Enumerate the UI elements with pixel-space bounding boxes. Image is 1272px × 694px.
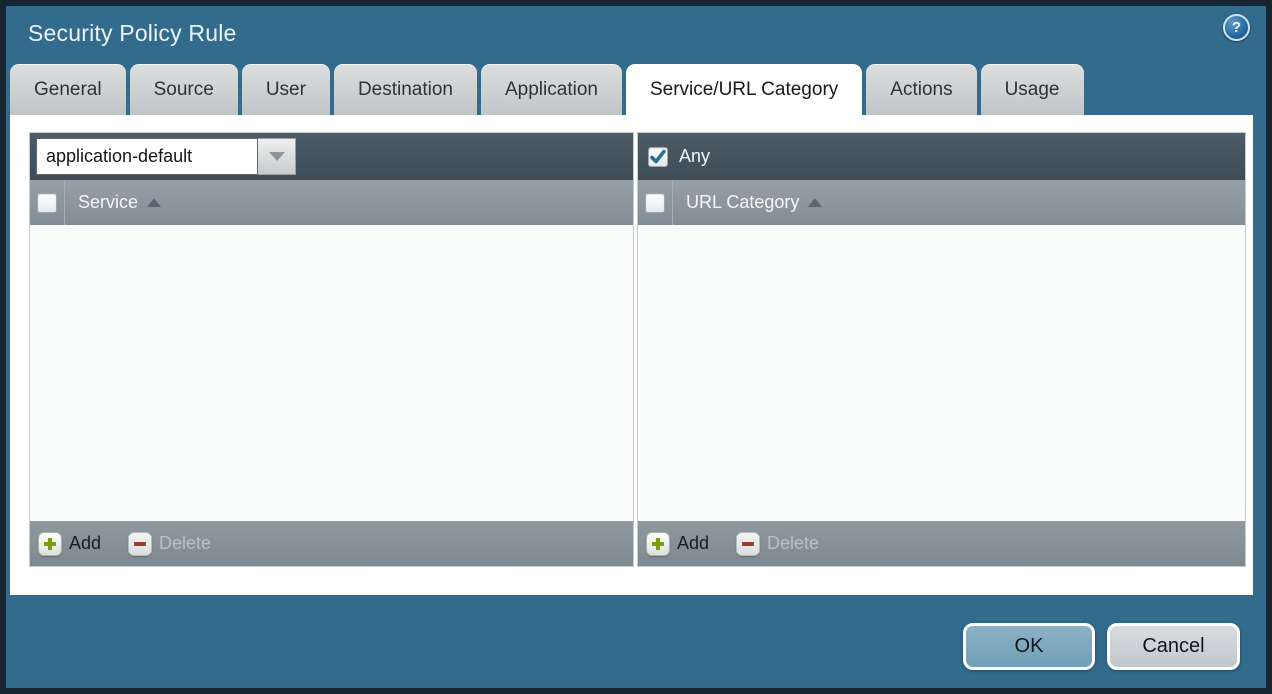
service-select-all-cell xyxy=(30,180,65,225)
tab-source[interactable]: Source xyxy=(130,64,238,115)
chevron-down-icon xyxy=(269,152,285,161)
url-category-delete-button[interactable]: Delete xyxy=(736,532,819,556)
url-category-pane-footer: Add Delete xyxy=(638,521,1245,566)
any-label: Any xyxy=(679,146,710,167)
service-add-button[interactable]: Add xyxy=(38,532,101,556)
service-select-all-checkbox[interactable] xyxy=(37,193,57,213)
add-label: Add xyxy=(69,533,101,554)
minus-icon xyxy=(736,532,760,556)
tab-label: Usage xyxy=(1005,79,1060,101)
add-label: Add xyxy=(677,533,709,554)
url-category-select-all-checkbox[interactable] xyxy=(645,193,665,213)
tab-application[interactable]: Application xyxy=(481,64,622,115)
tab-bar: General Source User Destination Applicat… xyxy=(10,64,1084,115)
service-type-dropdown-button[interactable] xyxy=(258,138,296,175)
tab-label: Actions xyxy=(890,79,952,101)
service-column-label: Service xyxy=(78,192,138,213)
sort-asc-icon xyxy=(147,198,161,207)
url-category-column-header[interactable]: URL Category xyxy=(638,180,1245,225)
help-glyph: ? xyxy=(1232,19,1241,36)
tab-actions[interactable]: Actions xyxy=(866,64,976,115)
url-category-select-all-cell xyxy=(638,180,673,225)
tab-label: Source xyxy=(154,79,214,101)
service-pane: Service Add Delete xyxy=(30,133,633,566)
service-pane-footer: Add Delete xyxy=(30,521,633,566)
any-checkbox[interactable] xyxy=(648,147,668,167)
tab-general[interactable]: General xyxy=(10,64,126,115)
minus-icon xyxy=(128,532,152,556)
plus-icon xyxy=(646,532,670,556)
tab-label: Destination xyxy=(358,79,453,101)
service-type-input[interactable] xyxy=(36,138,258,175)
url-category-list-body[interactable] xyxy=(638,225,1245,521)
delete-label: Delete xyxy=(159,533,211,554)
sort-asc-icon xyxy=(808,198,822,207)
service-column-label-cell: Service xyxy=(65,180,161,225)
service-type-dropdown xyxy=(36,138,296,175)
ok-button-label: OK xyxy=(1015,635,1044,658)
service-delete-button[interactable]: Delete xyxy=(128,532,211,556)
tab-user[interactable]: User xyxy=(242,64,330,115)
tab-label: Application xyxy=(505,79,598,101)
tab-label: Service/URL Category xyxy=(650,79,838,101)
plus-icon xyxy=(38,532,62,556)
url-category-add-button[interactable]: Add xyxy=(646,532,709,556)
tab-destination[interactable]: Destination xyxy=(334,64,477,115)
url-category-column-label-cell: URL Category xyxy=(673,180,822,225)
dialog-title: Security Policy Rule xyxy=(28,20,237,47)
tab-content-panel: Service Add Delete xyxy=(10,115,1253,595)
delete-label: Delete xyxy=(767,533,819,554)
url-category-pane: Any URL Category Add xyxy=(638,133,1245,566)
titlebar: Security Policy Rule ? xyxy=(6,6,1266,64)
any-checkbox-row: Any xyxy=(648,146,710,167)
url-category-pane-header: Any xyxy=(638,133,1245,180)
service-column-header[interactable]: Service xyxy=(30,180,633,225)
help-icon[interactable]: ? xyxy=(1223,14,1250,41)
tab-label: General xyxy=(34,79,102,101)
cancel-button-label: Cancel xyxy=(1142,635,1204,658)
ok-button[interactable]: OK xyxy=(963,623,1095,670)
tab-service-url-category[interactable]: Service/URL Category xyxy=(626,64,862,115)
url-category-column-label: URL Category xyxy=(686,192,799,213)
cancel-button[interactable]: Cancel xyxy=(1107,623,1240,670)
service-list-body[interactable] xyxy=(30,225,633,521)
tab-label: User xyxy=(266,79,306,101)
service-pane-header xyxy=(30,133,633,180)
security-policy-rule-dialog: Security Policy Rule ? General Source Us… xyxy=(6,6,1266,688)
checkmark-icon xyxy=(649,148,667,166)
tab-usage[interactable]: Usage xyxy=(981,64,1084,115)
